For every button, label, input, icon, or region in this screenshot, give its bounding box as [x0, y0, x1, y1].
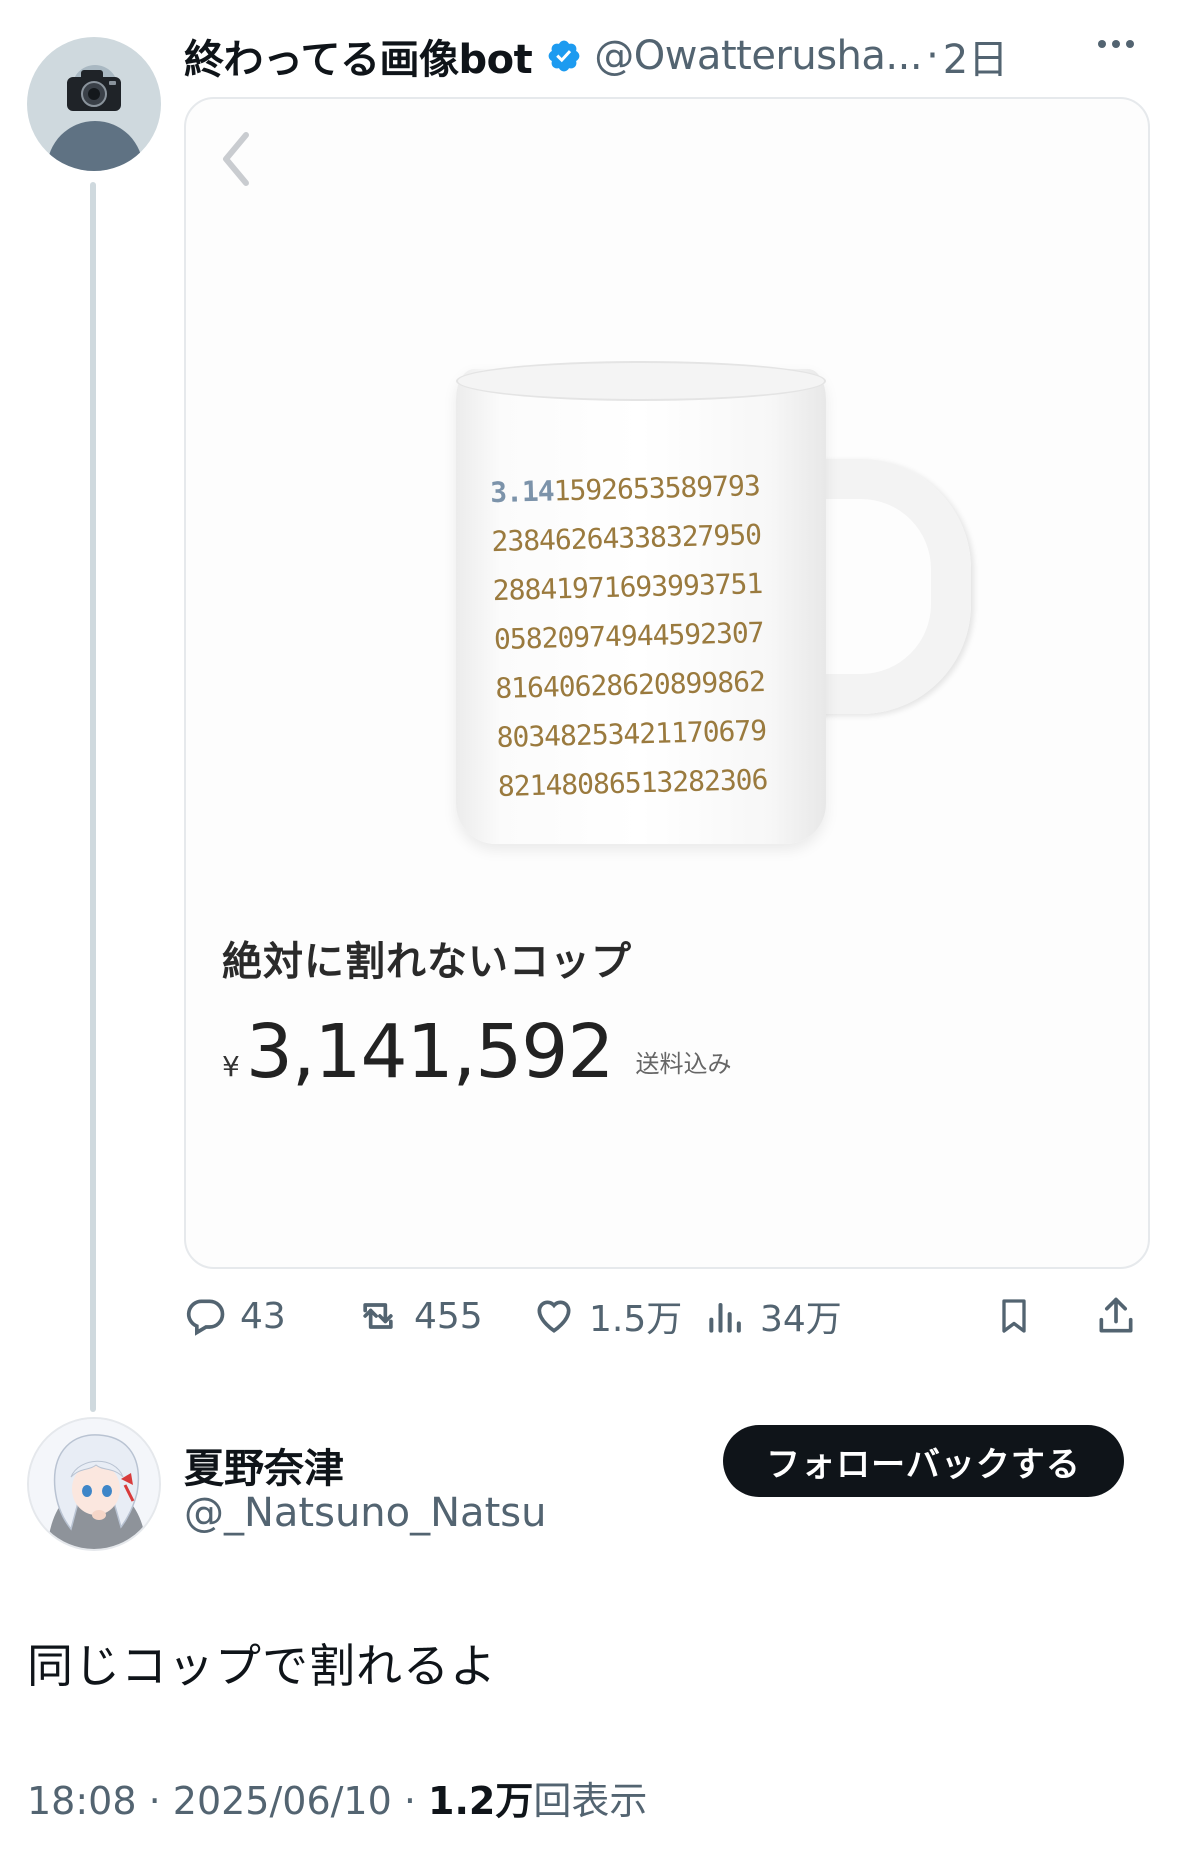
- mug-handle: [801, 459, 971, 714]
- author-display-name[interactable]: 終わってる画像bot: [184, 27, 533, 85]
- pi-digit-text: 80348253421170679: [496, 713, 767, 755]
- pi-digit-row: 28841971693993751: [492, 558, 803, 615]
- pi-digit-row: 3.141592653589793: [490, 460, 801, 517]
- reply-author-handle[interactable]: @_Natsuno_Natsu: [184, 1490, 546, 1536]
- product-card-image[interactable]: 3.141592653589793 23846264338327950 288419…: [184, 97, 1150, 1269]
- author-avatar[interactable]: [27, 37, 161, 171]
- product-title: 絶対に割れないコップ: [222, 939, 632, 985]
- reply-icon: [186, 1299, 225, 1336]
- reply-date[interactable]: 2025/06/10: [173, 1779, 392, 1823]
- retweet-count: 455: [414, 1295, 483, 1337]
- pi-digits: 3.141592653589793 23846264338327950 288419…: [490, 460, 809, 811]
- meta-separator: ·: [391, 1779, 429, 1823]
- pi-digit-text: 81640628620899862: [494, 664, 766, 706]
- pi-digit-text: 1592653589793: [553, 469, 761, 508]
- heart-icon: [537, 1300, 571, 1333]
- share-icon: [1099, 1297, 1133, 1333]
- avatar-body: [47, 121, 143, 171]
- analytics-icon: [709, 1302, 741, 1333]
- tweet-header: 終わってる画像bot @Owatterusha... · 2日: [184, 27, 1008, 85]
- reply-meta: 18:08 · 2025/06/10 · 1.2万回表示: [27, 1770, 647, 1825]
- views-action[interactable]: 34万: [704, 1283, 842, 1349]
- reply-time[interactable]: 18:08: [27, 1779, 137, 1823]
- reply-author-display-name[interactable]: 夏野奈津: [184, 1436, 344, 1494]
- pi-digit-lead: 3.14: [489, 474, 555, 510]
- reply-count: 43: [240, 1295, 286, 1337]
- pi-digit-text: 82148086513282306: [497, 762, 768, 804]
- bookmark-action[interactable]: [994, 1283, 1034, 1349]
- retweet-action[interactable]: 455: [354, 1283, 483, 1349]
- pi-digit-row: 80348253421170679: [496, 705, 807, 762]
- reply-author-avatar[interactable]: [27, 1417, 161, 1551]
- pi-digit-row: 82148086513282306: [497, 754, 808, 811]
- shipping-note: 送料込み: [635, 1050, 732, 1078]
- reply-text: 同じコップで割れるよ: [27, 1639, 497, 1693]
- like-action[interactable]: 1.5万: [531, 1283, 682, 1349]
- reply-views-count: 1.2万: [428, 1779, 534, 1823]
- pi-digit-row: 05820974944592307: [493, 607, 804, 664]
- views-count: 34万: [760, 1299, 842, 1340]
- currency-symbol: ¥: [222, 1050, 240, 1083]
- anime-avatar-icon: [29, 1419, 159, 1549]
- pi-digit-text: 28841971693993751: [492, 567, 763, 608]
- retweet-icon: [363, 1303, 393, 1329]
- bookmark-icon: [1002, 1299, 1026, 1333]
- pi-digit-row: 23846264338327950: [491, 509, 802, 566]
- share-action[interactable]: [1094, 1283, 1138, 1349]
- tweet-time[interactable]: 2日: [943, 27, 1008, 85]
- meta-separator: ·: [136, 1779, 173, 1823]
- mug-rim: [456, 361, 826, 401]
- camera-icon: [67, 70, 121, 111]
- author-handle[interactable]: @Owatterusha...: [594, 33, 922, 79]
- price-row: ¥ 3,141,592 送料込み: [222, 1009, 731, 1095]
- verified-badge-icon: [548, 40, 580, 72]
- header-separator: ·: [926, 33, 939, 79]
- pi-mug-image: 3.141592653589793 23846264338327950 288419…: [456, 361, 971, 849]
- follow-back-button[interactable]: フォローバックする: [723, 1425, 1124, 1497]
- more-options-icon[interactable]: [1098, 40, 1134, 48]
- pi-digit-text: 05820974944592307: [493, 616, 764, 657]
- like-count: 1.5万: [589, 1299, 683, 1340]
- reply-views-label: 回表示: [533, 1779, 648, 1823]
- tweet-action-bar: 43 455 1.5万 34万: [184, 1283, 1154, 1349]
- pi-digit-text: 23846264338327950: [491, 518, 762, 559]
- chevron-left-icon[interactable]: [216, 129, 256, 189]
- thread-connector-line: [90, 182, 96, 1412]
- reply-action[interactable]: 43: [184, 1283, 286, 1349]
- product-price: 3,141,592: [245, 1009, 615, 1095]
- pi-digit-row: 81640628620899862: [495, 656, 806, 713]
